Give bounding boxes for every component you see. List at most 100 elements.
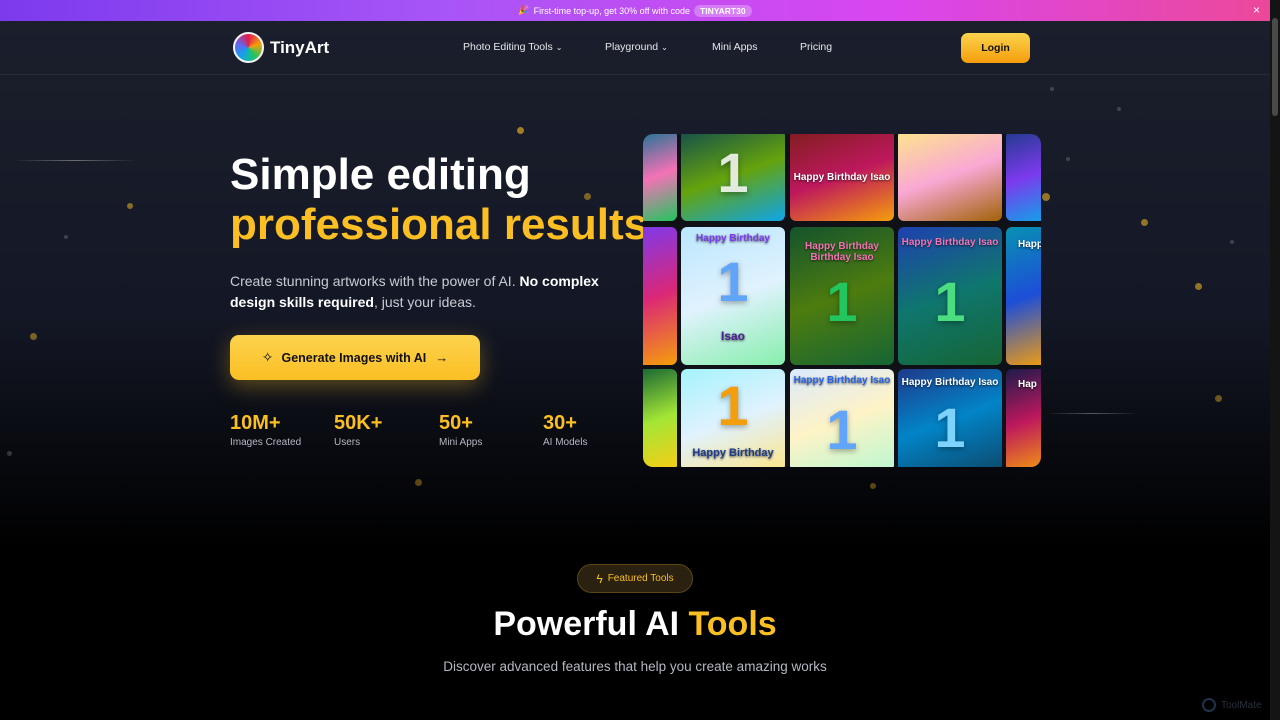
gallery-image[interactable]: Happy Birthday 1 Isao: [681, 227, 785, 365]
section-title: Powerful AI Tools: [0, 605, 1270, 644]
gallery-image[interactable]: 1: [681, 134, 785, 221]
promo-banner: 🎉 First-time top-up, get 30% off with co…: [0, 0, 1270, 21]
gallery-digit: 1: [826, 398, 858, 461]
stat-value: 30+: [543, 412, 577, 434]
particle: [1042, 193, 1050, 201]
gallery-image[interactable]: Happy Birthday Isao 1: [898, 227, 1002, 365]
nav-label: Playground: [605, 41, 659, 53]
generate-images-button[interactable]: ✧ Generate Images with AI →: [230, 335, 480, 380]
stat-images-created: 10M+ Images Created: [230, 412, 301, 448]
hero-description: Create stunning artworks with the power …: [230, 271, 630, 313]
particle: [1215, 395, 1222, 402]
gallery-image[interactable]: Happy Birthday Isao 1: [898, 369, 1002, 467]
gallery-image[interactable]: Happy Birthday Isao 1: [790, 369, 894, 467]
gallery-image[interactable]: 1 Happy Birthday: [681, 369, 785, 467]
particle: [1066, 157, 1070, 161]
light-streak: [12, 160, 137, 161]
image-gallery: 1 Happy Birthday Isao Happy Birthday 1 I…: [643, 134, 1041, 467]
gallery-image[interactable]: [643, 227, 677, 365]
particle: [30, 333, 37, 340]
particle: [517, 127, 524, 134]
gallery-image[interactable]: Happy Birthday Isao: [790, 134, 894, 221]
watermark-text: ToolMate: [1221, 699, 1262, 711]
lightning-icon: ϟ: [596, 571, 603, 586]
light-streak: [1045, 413, 1140, 414]
particle: [1230, 240, 1234, 244]
promo-text: First-time top-up, get 30% off with code: [533, 5, 691, 16]
gallery-caption: Isao: [720, 329, 745, 343]
chevron-down-icon: ⌄: [661, 43, 668, 52]
nav-playground[interactable]: Playground ⌄: [605, 41, 668, 53]
stat-label: Mini Apps: [439, 437, 483, 448]
cta-label: Generate Images with AI: [281, 350, 427, 365]
gallery-caption: Happy Birthday Isao: [793, 375, 891, 386]
watermark-icon: [1202, 698, 1216, 712]
section-title-part1: Powerful AI: [493, 605, 689, 643]
gallery-image[interactable]: [643, 134, 677, 221]
stat-label: AI Models: [543, 437, 588, 448]
particle: [7, 451, 12, 456]
gallery-digit: 1: [934, 396, 966, 459]
stat-value: 50+: [439, 412, 473, 434]
sparkle-icon: ✧: [261, 349, 274, 365]
brand-name: TinyArt: [270, 37, 330, 57]
gallery-image[interactable]: Hap: [1006, 369, 1041, 467]
stat-value: 50K+: [334, 412, 383, 434]
nav-label: Photo Editing Tools: [463, 41, 553, 53]
hero-title-line2: professional results: [230, 200, 649, 249]
section-subtitle: Discover advanced features that help you…: [443, 659, 827, 674]
stat-ai-models: 30+ AI Models: [543, 412, 587, 448]
section-title-part2: Tools: [688, 605, 777, 643]
gallery-caption: Happy Birthday: [696, 233, 770, 244]
particle: [870, 483, 876, 489]
particle: [1117, 107, 1121, 111]
gallery-caption: Hap: [1018, 379, 1037, 390]
particle: [1050, 87, 1054, 91]
party-icon: 🎉: [518, 5, 530, 15]
hero-title-line1: Simple editing: [230, 150, 531, 199]
gallery-image[interactable]: [1006, 134, 1041, 221]
gallery-digit: 1: [934, 270, 966, 333]
gallery-digit: 1: [717, 250, 749, 313]
hero-background: [0, 21, 1270, 551]
stat-label: Images Created: [230, 437, 302, 448]
particle: [415, 479, 422, 486]
gallery-image[interactable]: Happ: [1006, 227, 1041, 365]
stat-label: Users: [334, 437, 361, 448]
chevron-down-icon: ⌄: [555, 43, 563, 52]
featured-tools-badge: ϟ Featured Tools: [577, 564, 693, 593]
particle: [127, 203, 133, 209]
gallery-caption: Happy Birthday Birthday Isao: [805, 241, 879, 263]
gallery-caption: Happ: [1018, 239, 1041, 250]
gallery-digit: 1: [826, 270, 858, 333]
stat-value: 10M+: [230, 412, 281, 434]
nav-photo-editing-tools[interactable]: Photo Editing Tools ⌄: [463, 41, 562, 53]
gallery-image[interactable]: [643, 369, 677, 467]
particle: [64, 235, 68, 239]
gallery-caption: Happy Birthday Isao: [901, 377, 999, 388]
logo-icon: [233, 32, 264, 63]
hero-title: Simple editing professional results: [230, 150, 648, 250]
brand-logo[interactable]: TinyArt: [233, 32, 329, 63]
desc-text: Create stunning artworks with the power …: [230, 273, 520, 289]
stat-users: 50K+ Users: [334, 412, 382, 448]
gallery-caption: Happy Birthday: [692, 447, 774, 459]
gallery-digit: 1: [717, 374, 749, 437]
particle: [1195, 283, 1202, 290]
gallery-caption: Happy Birthday Isao: [901, 237, 999, 248]
top-navigation: TinyArt Photo Editing Tools ⌄ Playground ⌄…: [0, 21, 1270, 75]
login-button[interactable]: Login: [961, 33, 1030, 63]
watermark: ToolMate: [1202, 698, 1262, 712]
gallery-image[interactable]: [898, 134, 1002, 221]
gallery-caption: Happy Birthday Isao: [793, 172, 891, 183]
badge-label: Featured Tools: [607, 573, 674, 584]
nav-pricing[interactable]: Pricing: [800, 41, 832, 53]
gallery-image[interactable]: Happy Birthday Birthday Isao 1: [790, 227, 894, 365]
desc-text-end: , just your ideas.: [373, 294, 476, 310]
scrollbar-thumb[interactable]: [1272, 18, 1278, 116]
page-scrollbar[interactable]: [1270, 0, 1280, 720]
nav-mini-apps[interactable]: Mini Apps: [712, 41, 758, 53]
particle: [1141, 219, 1148, 226]
close-icon[interactable]: ×: [1253, 3, 1260, 17]
stat-mini-apps: 50+ Mini Apps: [439, 412, 482, 448]
